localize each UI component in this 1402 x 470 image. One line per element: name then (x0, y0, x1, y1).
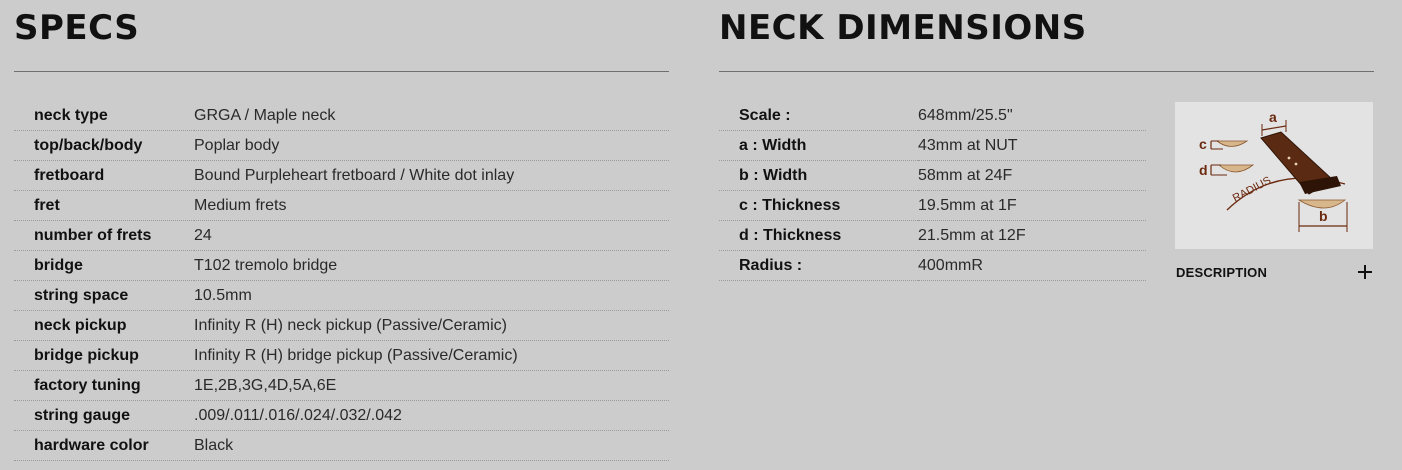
dimension-c-label: c (1199, 136, 1207, 152)
neck-dimension-row-value: 58mm at 24F (918, 160, 1146, 191)
spec-row: neck pickup Infinity R (H) neck pickup (P… (14, 310, 669, 341)
neck-dimension-row-value: 400mmR (918, 250, 1146, 281)
specs-divider (14, 71, 669, 72)
spec-row-label: factory tuning (14, 370, 194, 401)
spec-row-value: T102 tremolo bridge (194, 250, 669, 281)
neck-dimension-row-value: 648mm/25.5" (918, 101, 1146, 131)
profile-c (1215, 140, 1249, 147)
plus-icon[interactable] (1357, 264, 1373, 280)
spec-row-label: neck pickup (14, 310, 194, 341)
spec-row-label: hardware color (14, 430, 194, 461)
spec-row: factory tuning 1E,2B,3G,4D,5A,6E (14, 370, 669, 401)
neck-dimension-row-label: Radius : (719, 250, 918, 281)
spec-row-value: Infinity R (H) bridge pickup (Passive/Ce… (194, 340, 669, 371)
spec-row-label: string space (14, 280, 194, 311)
neck-diagram: RADIUS a b c d (1175, 102, 1373, 249)
neck-dot (1287, 156, 1291, 160)
spec-row-value: Medium frets (194, 190, 669, 221)
spec-row-label: neck type (14, 101, 194, 131)
spec-row-value: Black (194, 430, 669, 461)
spec-row-value: 24 (194, 220, 669, 251)
description-toggle-label[interactable]: DESCRIPTION (1176, 265, 1267, 280)
spec-row-value: .009/.011/.016/.024/.032/.042 (194, 400, 669, 431)
spec-row: hardware color Black (14, 430, 669, 461)
neck-dimension-row: c : Thickness 19.5mm at 1F (719, 190, 1146, 221)
specs-table: neck type GRGA / Maple neck top/back/body P… (14, 101, 669, 461)
neck-dot (1294, 162, 1298, 166)
neck-dimensions-table: Scale :648mm/25.5" a : Width 43mm at NUT b … (719, 101, 1146, 281)
neck-dimension-row-value: 19.5mm at 1F (918, 190, 1146, 221)
spec-row-label: fret (14, 190, 194, 221)
neck-diagram-illustration: RADIUS a b c d (1199, 109, 1348, 232)
spec-row: fret Medium frets (14, 190, 669, 221)
dimension-d-label: d (1199, 162, 1208, 178)
spec-row-value: Bound Purpleheart fretboard / White dot … (194, 160, 669, 191)
spec-row-value: Infinity R (H) neck pickup (Passive/Cera… (194, 310, 669, 341)
radius-label: RADIUS (1231, 175, 1273, 205)
dimension-a-label: a (1269, 109, 1277, 125)
neck-dimension-row-label: a : Width (719, 130, 918, 161)
neck-dimension-row-label: c : Thickness (719, 190, 918, 221)
spec-row: string space 10.5mm (14, 280, 669, 311)
spec-row: neck type GRGA / Maple neck (14, 101, 669, 131)
neck-dimensions-divider (719, 71, 1374, 72)
neck-dimension-row-value: 43mm at NUT (918, 130, 1146, 161)
spec-row: fretboard Bound Purpleheart fretboard / W… (14, 160, 669, 191)
spec-row-value: 1E,2B,3G,4D,5A,6E (194, 370, 669, 401)
neck-dimension-row-value: 21.5mm at 12F (918, 220, 1146, 251)
neck-dimension-row: b : Width 58mm at 24F (719, 160, 1146, 191)
spec-row-label: fretboard (14, 160, 194, 191)
profile-b (1297, 199, 1347, 209)
spec-row-label: bridge pickup (14, 340, 194, 371)
profile-d (1217, 164, 1255, 173)
spec-row-value: GRGA / Maple neck (194, 101, 669, 131)
neck-dimension-row: Radius :400mmR (719, 250, 1146, 281)
spec-row-value: 10.5mm (194, 280, 669, 311)
dimension-a-line (1261, 125, 1287, 131)
neck-dimensions-title: NECK DIMENSIONS (719, 8, 1087, 48)
neck-dimension-row-label: b : Width (719, 160, 918, 191)
spec-row: bridge T102 tremolo bridge (14, 250, 669, 281)
spec-row: string gauge .009/.011/.016/.024/.032/.04… (14, 400, 669, 431)
specs-title: SPECS (14, 8, 140, 48)
spec-row-label: number of frets (14, 220, 194, 251)
neck-dimension-row-label: d : Thickness (719, 220, 918, 251)
neck-dimension-row: d : Thickness 21.5mm at 12F (719, 220, 1146, 251)
neck-dimension-row: a : Width 43mm at NUT (719, 130, 1146, 161)
dimension-b-label: b (1319, 208, 1328, 224)
spec-row-label: top/back/body (14, 130, 194, 161)
spec-row-value: Poplar body (194, 130, 669, 161)
neck-dimension-row-label: Scale : (719, 101, 918, 131)
spec-row-label: string gauge (14, 400, 194, 431)
spec-row: bridge pickup Infinity R (H) bridge picku… (14, 340, 669, 371)
spec-row: top/back/body Poplar body (14, 130, 669, 161)
spec-row: number of frets 24 (14, 220, 669, 251)
spec-row-label: bridge (14, 250, 194, 281)
neck-dimension-row: Scale :648mm/25.5" (719, 101, 1146, 131)
